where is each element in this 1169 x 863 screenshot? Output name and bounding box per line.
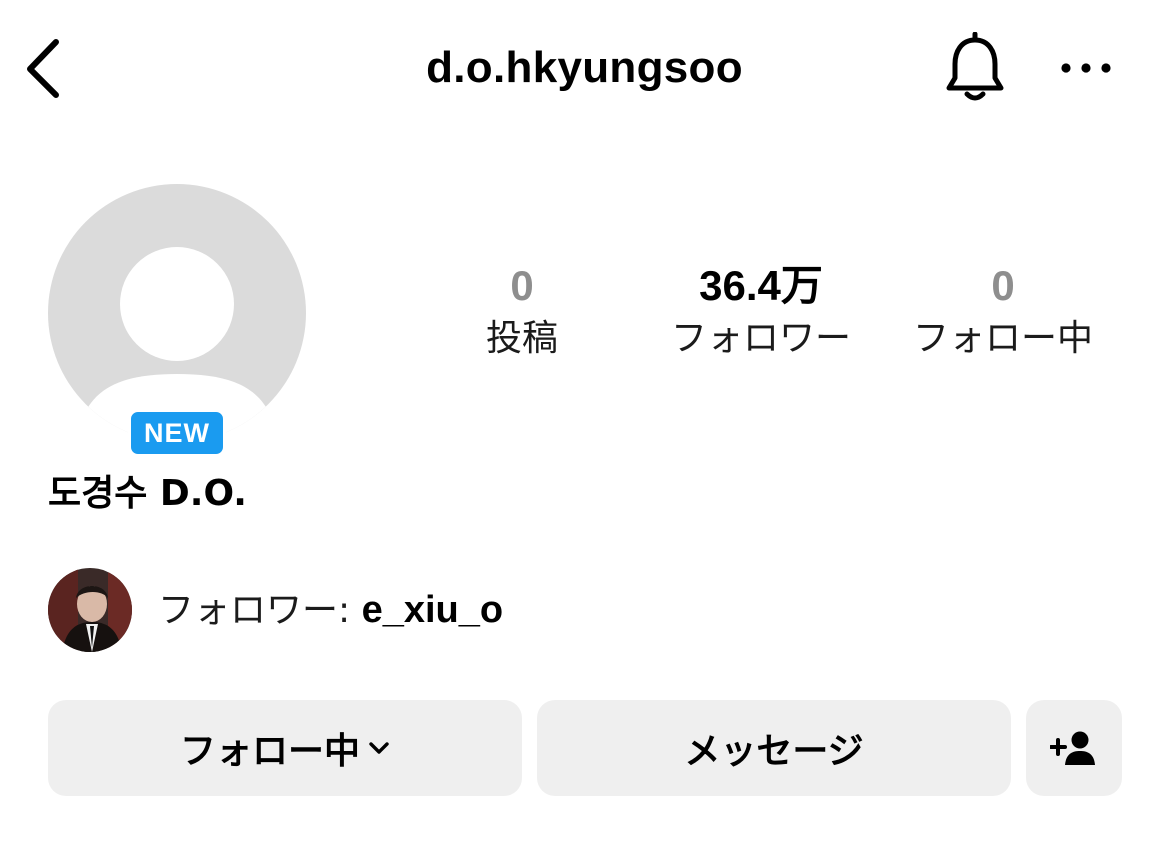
posts-label: 投稿 <box>485 318 558 359</box>
bell-icon <box>946 32 1004 101</box>
new-badge: NEW <box>128 409 226 457</box>
more-options-button[interactable] <box>1056 48 1116 88</box>
message-button-label: メッセージ <box>684 731 864 772</box>
stat-followers[interactable]: 36.4万 フォロワー <box>656 260 866 362</box>
add-person-button[interactable] <box>1026 700 1122 796</box>
message-button[interactable]: メッセージ <box>537 700 1011 796</box>
following-button[interactable]: フォロー中 <box>48 700 522 796</box>
stat-following[interactable]: 0 フォロー中 <box>898 260 1108 362</box>
chevron-down-icon <box>368 741 390 755</box>
more-horizontal-icon <box>1061 63 1111 73</box>
display-name: 도경수 D.O. <box>48 473 247 514</box>
followers-count: 36.4万 <box>699 262 823 309</box>
followers-label: フォロワー <box>670 318 851 359</box>
following-count: 0 <box>991 262 1015 309</box>
followed-by-username[interactable]: e_xiu_o <box>362 589 504 631</box>
default-avatar-icon <box>48 184 306 442</box>
profile-page: d.o.hkyungsoo NEW 0 投稿 36.4万 フォロワー 0 フォロ… <box>0 0 1169 863</box>
profile-avatar[interactable] <box>48 184 306 442</box>
notifications-button[interactable] <box>940 30 1010 106</box>
following-button-label: フォロー中 <box>179 731 360 772</box>
following-label: フォロー中 <box>912 318 1093 359</box>
add-person-icon <box>1050 731 1095 765</box>
avatar <box>48 568 132 652</box>
posts-count: 0 <box>510 262 534 309</box>
followed-by-prefix: フォロワー: <box>158 590 362 631</box>
stat-posts[interactable]: 0 投稿 <box>462 260 582 362</box>
mutual-follower-avatar[interactable] <box>48 568 132 652</box>
followed-by-text[interactable]: フォロワー: e_xiu_o <box>158 586 503 641</box>
